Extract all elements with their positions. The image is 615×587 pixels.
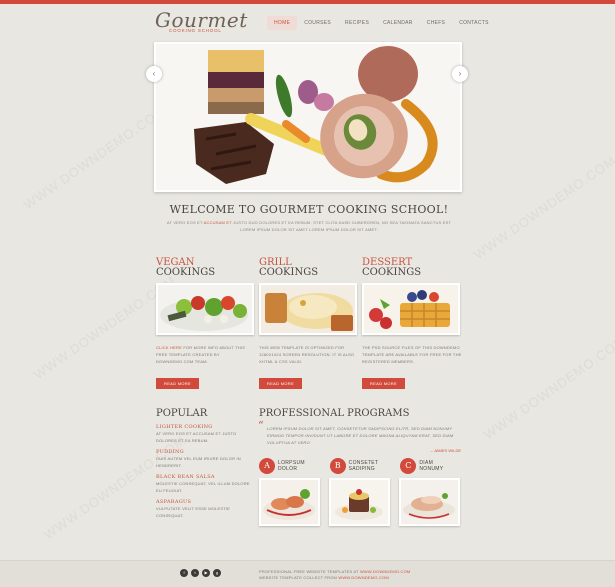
quote-mark-icon: “ bbox=[258, 419, 264, 432]
step-label-line: DOLOR bbox=[278, 466, 298, 472]
welcome-text-part: AT VERO EOS ET bbox=[166, 220, 204, 225]
column-text-body: THIS WEB TEMPLATE IS OPTIMIZED FOR 1280X… bbox=[259, 345, 355, 364]
program-step[interactable]: B CONSETET SADIPING bbox=[329, 458, 391, 474]
popular-title: POPULAR bbox=[156, 408, 208, 419]
shrimp-dish-image bbox=[261, 480, 318, 524]
footer-line-text: WEBSITE TEMPLATE COLLECT FROM bbox=[259, 575, 339, 580]
column-text: THIS WEB TEMPLATE IS OPTIMIZED FOR 1280X… bbox=[259, 344, 359, 372]
step-label-line: SADIPING bbox=[348, 466, 375, 472]
footer-line: WEBSITE TEMPLATE COLLECT FROM WWW.DOWNDE… bbox=[259, 575, 410, 581]
column-title: COOKINGS bbox=[156, 267, 216, 278]
program-thumbnail[interactable] bbox=[399, 478, 460, 526]
popular-item: ASPARAGUS VULPUTATE VELIT ESSE MOLESTIE … bbox=[156, 499, 254, 519]
program-step[interactable]: C DIAM NONUMY bbox=[400, 458, 461, 474]
tart-dish-image bbox=[331, 480, 388, 524]
slider-next-button[interactable]: › bbox=[452, 66, 468, 82]
column-text: CLICK HERE FOR MORE INFO ABOUT THIS FREE… bbox=[156, 344, 256, 372]
testimonial-quote: “ LOREM IPSUM DOLOR SIT AMET, CONSETETUR… bbox=[258, 419, 461, 446]
program-step[interactable]: A LORPSUM DOLOR bbox=[259, 458, 320, 474]
welcome-text: AT VERO EOS ET ACCUSAM ET JUSTO DUO DOLO… bbox=[166, 219, 452, 233]
popular-item-desc: MOLESTIE CONSEQUAT, VEL ILLUM DOLORE EU … bbox=[156, 481, 250, 493]
step-label: DIAM NONUMY bbox=[419, 460, 443, 472]
read-more-button[interactable]: READ MORE bbox=[259, 378, 302, 389]
step-letter-badge: C bbox=[400, 458, 417, 474]
top-accent-bar bbox=[0, 0, 615, 4]
column-text-body: THE PSD SOURCE FILES OF THIS DOWNDEMO TE… bbox=[362, 345, 462, 364]
program-thumbnails bbox=[259, 478, 461, 526]
dessert-food-image bbox=[364, 285, 458, 333]
column-vegan: VEGAN COOKINGS CLICK HERE FOR MORE INFO … bbox=[156, 258, 256, 390]
column-grill: GRILL COOKINGS THIS WEB TEMPLATE IS OPTI… bbox=[259, 258, 359, 390]
popular-item: PUDDING DUIS AUTEM VEL EUM IRIURE DOLOR … bbox=[156, 449, 254, 469]
step-letter-badge: B bbox=[329, 458, 346, 474]
logo[interactable]: Gourmet COOKING SCHOOL bbox=[155, 8, 248, 33]
step-letter-badge: A bbox=[259, 458, 275, 474]
hero-food-image bbox=[156, 44, 460, 190]
quote-author: – JAMES WILDE bbox=[430, 448, 461, 453]
programs-section: PROFESSIONAL PROGRAMS “ LOREM IPSUM DOLO… bbox=[258, 408, 461, 526]
watermark: WWW.DOWNDEMO.COM bbox=[21, 102, 169, 213]
column-text: THE PSD SOURCE FILES OF THIS DOWNDEMO TE… bbox=[362, 344, 462, 372]
popular-item-desc: VULPUTATE VELIT ESSE MOLESTIE CONSEQUAT. bbox=[156, 506, 231, 518]
welcome-text-part: JUSTO DUO DOLORES ET EA REBUM. STET CLIT… bbox=[231, 220, 452, 232]
program-thumbnail[interactable] bbox=[259, 478, 320, 526]
hero-slider bbox=[154, 42, 462, 192]
nav-item-recipes[interactable]: RECIPES bbox=[338, 16, 376, 30]
vegan-image bbox=[156, 283, 254, 335]
column-title: COOKINGS bbox=[362, 267, 422, 278]
popular-item: LIGHTER COOKING AT VERO EOS ET ACCUSAM E… bbox=[156, 424, 254, 444]
facebook-icon[interactable]: f bbox=[180, 569, 188, 577]
step-label-line: NONUMY bbox=[419, 466, 444, 472]
column-title: COOKINGS bbox=[259, 267, 319, 278]
popular-section: POPULAR LIGHTER COOKING AT VERO EOS ET A… bbox=[156, 408, 254, 519]
nav-item-courses[interactable]: COURSES bbox=[297, 16, 338, 30]
seafood-dish-image bbox=[401, 480, 458, 524]
site-header: Gourmet COOKING SCHOOL HOME COURSES RECI… bbox=[155, 8, 488, 38]
footer-link[interactable]: WWW.DOWNDEMO.COM bbox=[338, 575, 389, 580]
social-links: f t ▶ g bbox=[180, 569, 221, 577]
main-nav: HOME COURSES RECIPES CALENDAR CHEFS CONT… bbox=[267, 16, 496, 30]
footer-line-text: PROFESSIONAL FREE WEBSITE TEMPLATES AT bbox=[259, 569, 360, 574]
step-label: CONSETET SADIPING bbox=[349, 460, 379, 472]
logo-subtitle: COOKING SCHOOL bbox=[169, 28, 222, 33]
popular-item-desc: AT VERO EOS ET ACCUSAM ET JUSTO DOLORES … bbox=[156, 431, 237, 443]
nav-item-contacts[interactable]: CONTACTS bbox=[452, 16, 496, 30]
nav-item-home[interactable]: HOME bbox=[267, 16, 298, 30]
watermark: WWW.DOWNDEMO.COM bbox=[471, 152, 615, 263]
welcome-text-highlight[interactable]: ACCUSAM ET bbox=[204, 220, 232, 225]
click-here-link[interactable]: CLICK HERE bbox=[156, 345, 182, 350]
twitter-icon[interactable]: t bbox=[191, 569, 199, 577]
grill-food-image bbox=[261, 285, 355, 333]
footer-link[interactable]: WWW.DOWNDEMO.COM bbox=[360, 569, 411, 574]
salad-image bbox=[158, 285, 252, 333]
welcome-title: WELCOME TO GOURMET COOKING SCHOOL! bbox=[169, 203, 449, 216]
dessert-image bbox=[362, 283, 460, 335]
popular-item-desc: DUIS AUTEM VEL EUM IRIURE DOLOR IN HENDR… bbox=[156, 456, 241, 468]
quote-text: LOREM IPSUM DOLOR SIT AMET, CONSETETUR S… bbox=[267, 426, 454, 445]
nav-item-chefs[interactable]: CHEFS bbox=[420, 16, 452, 30]
column-dessert: DESSERT COOKINGS THE PSD SOURCE FILES OF… bbox=[362, 258, 462, 390]
youtube-icon[interactable]: ▶ bbox=[202, 569, 210, 577]
read-more-button[interactable]: READ MORE bbox=[156, 378, 199, 389]
read-more-button[interactable]: READ MORE bbox=[362, 378, 405, 389]
site-footer: f t ▶ g PROFESSIONAL FREE WEBSITE TEMPLA… bbox=[0, 560, 615, 587]
program-steps: A LORPSUM DOLOR B CONSETET SADIPING C DI… bbox=[259, 458, 461, 474]
nav-item-calendar[interactable]: CALENDAR bbox=[376, 16, 420, 30]
program-thumbnail[interactable] bbox=[329, 478, 390, 526]
footer-text: PROFESSIONAL FREE WEBSITE TEMPLATES AT W… bbox=[259, 569, 410, 581]
grill-image bbox=[259, 283, 357, 335]
programs-title: PROFESSIONAL PROGRAMS bbox=[259, 408, 410, 419]
slider-prev-button[interactable]: ‹ bbox=[146, 66, 162, 82]
step-label: LORPSUM DOLOR bbox=[278, 460, 305, 472]
google-icon[interactable]: g bbox=[213, 569, 221, 577]
watermark: WWW.DOWNDEMO.COM bbox=[481, 332, 615, 443]
popular-item: BLACK BEAN SALSA MOLESTIE CONSEQUAT, VEL… bbox=[156, 474, 254, 494]
